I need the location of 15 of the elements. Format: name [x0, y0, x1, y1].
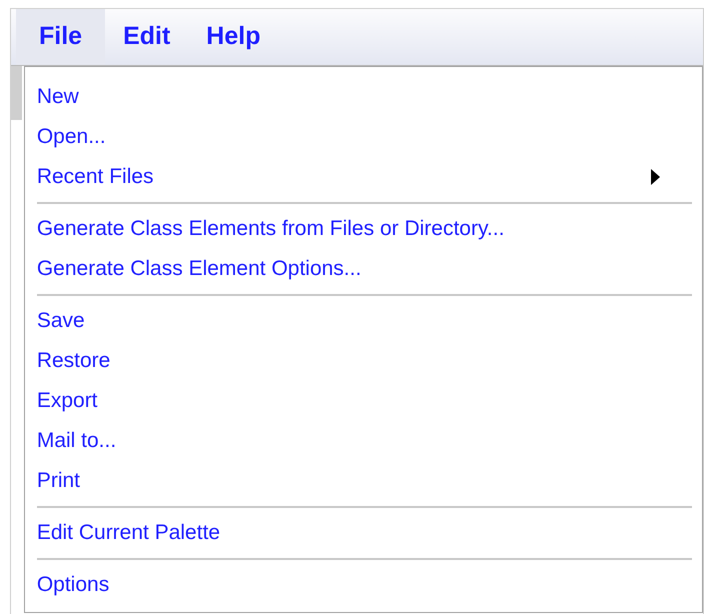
menu-item[interactable]: Print	[36, 461, 692, 501]
menu-item[interactable]: Recent Files	[36, 157, 692, 197]
submenu-arrow-icon	[651, 169, 660, 185]
menu-item[interactable]: Options	[36, 565, 692, 605]
menu-bar-item[interactable]: Edit	[105, 9, 188, 65]
menu-bar-item[interactable]: Help	[188, 9, 278, 65]
menu-item[interactable]: Mail to...	[36, 421, 692, 461]
menu-item[interactable]: Restore	[36, 341, 692, 381]
menu-item[interactable]: Edit Current Palette	[36, 513, 692, 553]
menu-item[interactable]: Generate Class Element Options...	[36, 249, 692, 289]
menu-item[interactable]: Open...	[36, 117, 692, 157]
menu-item[interactable]: Save	[36, 301, 692, 341]
menu-item[interactable]: Generate Class Elements from Files or Directory...	[36, 209, 692, 249]
menu-item[interactable]: Export	[36, 381, 692, 421]
menu-item[interactable]: New	[36, 77, 692, 117]
